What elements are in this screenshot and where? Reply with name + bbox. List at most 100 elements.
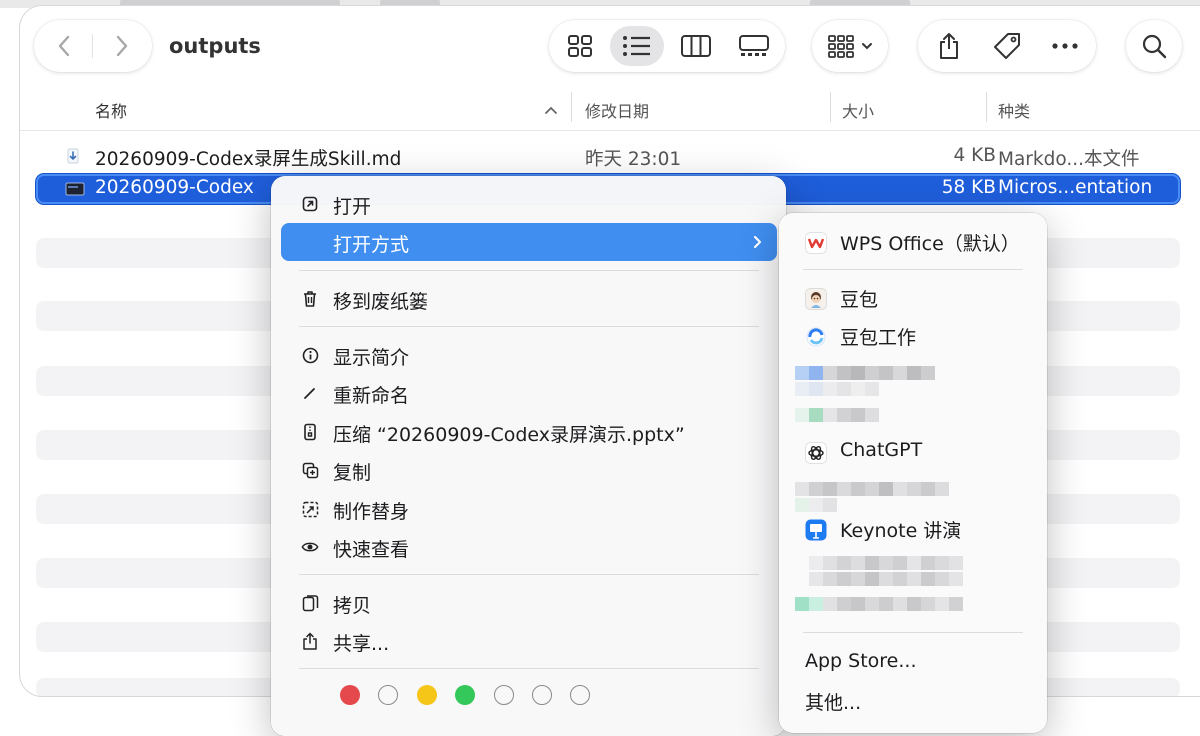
app-label: Keynote 讲演 — [840, 520, 962, 542]
column-header-kind[interactable]: 种类 — [998, 98, 1030, 122]
pencil-icon — [301, 384, 319, 402]
menu-item-duplicate[interactable]: 复制 — [281, 451, 777, 489]
forward-button[interactable] — [94, 20, 150, 72]
menu-divider — [803, 269, 1023, 270]
info-icon — [301, 346, 319, 364]
menu-label: 移到废纸篓 — [333, 291, 429, 313]
app-label: ChatGPT — [840, 439, 923, 461]
menu-item-quick-look[interactable]: 快速查看 — [281, 528, 777, 566]
menu-item-copy[interactable]: 拷贝 — [281, 584, 777, 622]
window-title: outputs — [169, 34, 261, 58]
column-divider — [830, 92, 831, 122]
app-doubao[interactable]: 豆包 — [789, 280, 1039, 316]
file-kind: Micros...entation — [998, 177, 1153, 198]
back-button[interactable] — [36, 20, 92, 72]
pixelated-app-entry[interactable] — [795, 481, 949, 496]
alias-icon — [301, 500, 319, 518]
menu-label: 显示简介 — [333, 347, 410, 369]
divider — [92, 34, 93, 58]
more-button[interactable] — [1036, 20, 1094, 72]
pixelated-app-entry — [809, 571, 963, 586]
menu-label: 打开方式 — [333, 234, 410, 256]
open-with-submenu: WPS Office（默认） 豆包 豆包工作 ChatGPT Keynote 讲… — [779, 213, 1047, 733]
group-icon — [828, 35, 854, 58]
menu-label: 拷贝 — [333, 595, 372, 617]
app-label: App Store... — [805, 650, 917, 672]
app-wps-office[interactable]: WPS Office（默认） — [789, 224, 1039, 260]
gallery-view-button[interactable] — [727, 26, 781, 66]
menu-label: 压缩 “20260909-Codex录屏演示.pptx” — [333, 424, 685, 446]
tag-red[interactable] — [340, 685, 360, 705]
open-icon — [301, 195, 319, 213]
pixelated-app-entry[interactable] — [795, 596, 963, 611]
menu-item-open-with[interactable]: 打开方式 — [281, 223, 777, 261]
search-button[interactable] — [1126, 20, 1182, 72]
pixelated-app-entry — [795, 407, 879, 422]
icon-view-button[interactable] — [553, 26, 607, 66]
column-header-date[interactable]: 修改日期 — [585, 98, 649, 122]
chevron-down-icon — [862, 43, 872, 50]
column-header-size[interactable]: 大小 — [842, 98, 874, 122]
tag-button[interactable] — [978, 20, 1036, 72]
other-app-item[interactable]: 其他... — [789, 683, 1039, 719]
sort-ascending-icon[interactable] — [544, 105, 558, 115]
app-store-item[interactable]: App Store... — [789, 645, 1039, 681]
toolbar: outputs — [20, 6, 1200, 90]
file-row[interactable]: 20260909-Codex录屏生成Skill.md 昨天 23:01 4 KB… — [36, 142, 1180, 172]
chatgpt-icon — [805, 442, 827, 464]
app-doubao-work[interactable]: 豆包工作 — [789, 318, 1039, 354]
tag-blue[interactable] — [494, 685, 514, 705]
tag-orange[interactable] — [378, 685, 398, 705]
menu-label: 重新命名 — [333, 385, 410, 407]
keynote-icon — [805, 519, 827, 541]
menu-item-move-to-trash[interactable]: 移到废纸篓 — [281, 280, 777, 318]
app-label: 豆包 — [840, 289, 879, 311]
menu-item-compress[interactable]: 压缩 “20260909-Codex录屏演示.pptx” — [281, 413, 777, 451]
file-size: 58 KB — [941, 177, 996, 198]
menu-divider — [803, 632, 1023, 633]
column-view-button[interactable] — [669, 26, 723, 66]
app-chatgpt[interactable]: ChatGPT — [789, 434, 1039, 470]
pixelated-app-entry[interactable] — [795, 365, 935, 380]
tag-purple[interactable] — [532, 685, 552, 705]
pixelated-app-entry[interactable] — [809, 555, 963, 570]
chevron-right-icon — [753, 235, 762, 249]
columns-icon — [681, 35, 711, 57]
tag-green[interactable] — [455, 685, 475, 705]
share-button[interactable] — [920, 20, 978, 72]
file-name: 20260909-Codex录屏生成Skill.md — [95, 149, 402, 170]
column-divider — [571, 92, 572, 122]
menu-item-share[interactable]: 共享... — [281, 622, 777, 660]
chevron-left-icon — [58, 35, 70, 57]
tag-gray[interactable] — [570, 685, 590, 705]
file-name: 20260909-Codex — [95, 177, 254, 198]
column-header-name[interactable]: 名称 — [95, 98, 127, 122]
menu-label: 打开 — [333, 196, 372, 218]
search-icon — [1142, 34, 1167, 59]
header-divider — [20, 130, 1200, 131]
menu-label: 快速查看 — [333, 539, 410, 561]
pixelated-app-entry — [795, 497, 837, 512]
app-keynote[interactable]: Keynote 讲演 — [789, 511, 1039, 547]
menu-item-rename[interactable]: 重新命名 — [281, 374, 777, 412]
menu-label: 共享... — [333, 633, 390, 655]
list-icon — [623, 36, 650, 56]
duplicate-icon — [301, 461, 319, 479]
copy-icon — [301, 594, 319, 612]
tag-icon — [994, 33, 1020, 59]
group-by-button[interactable] — [812, 20, 888, 72]
eye-icon — [301, 538, 319, 556]
share-icon — [301, 631, 319, 650]
column-divider — [986, 92, 987, 122]
list-view-button[interactable] — [610, 26, 664, 66]
share-icon — [940, 33, 958, 59]
doubao-work-icon — [806, 327, 826, 347]
view-mode-group — [549, 20, 785, 72]
menu-item-make-alias[interactable]: 制作替身 — [281, 490, 777, 528]
menu-item-get-info[interactable]: 显示简介 — [281, 336, 777, 374]
menu-item-open[interactable]: 打开 — [281, 185, 777, 223]
app-label: 豆包工作 — [840, 327, 917, 349]
archive-icon — [301, 423, 319, 441]
gallery-icon — [739, 35, 769, 56]
tag-yellow[interactable] — [417, 685, 437, 705]
